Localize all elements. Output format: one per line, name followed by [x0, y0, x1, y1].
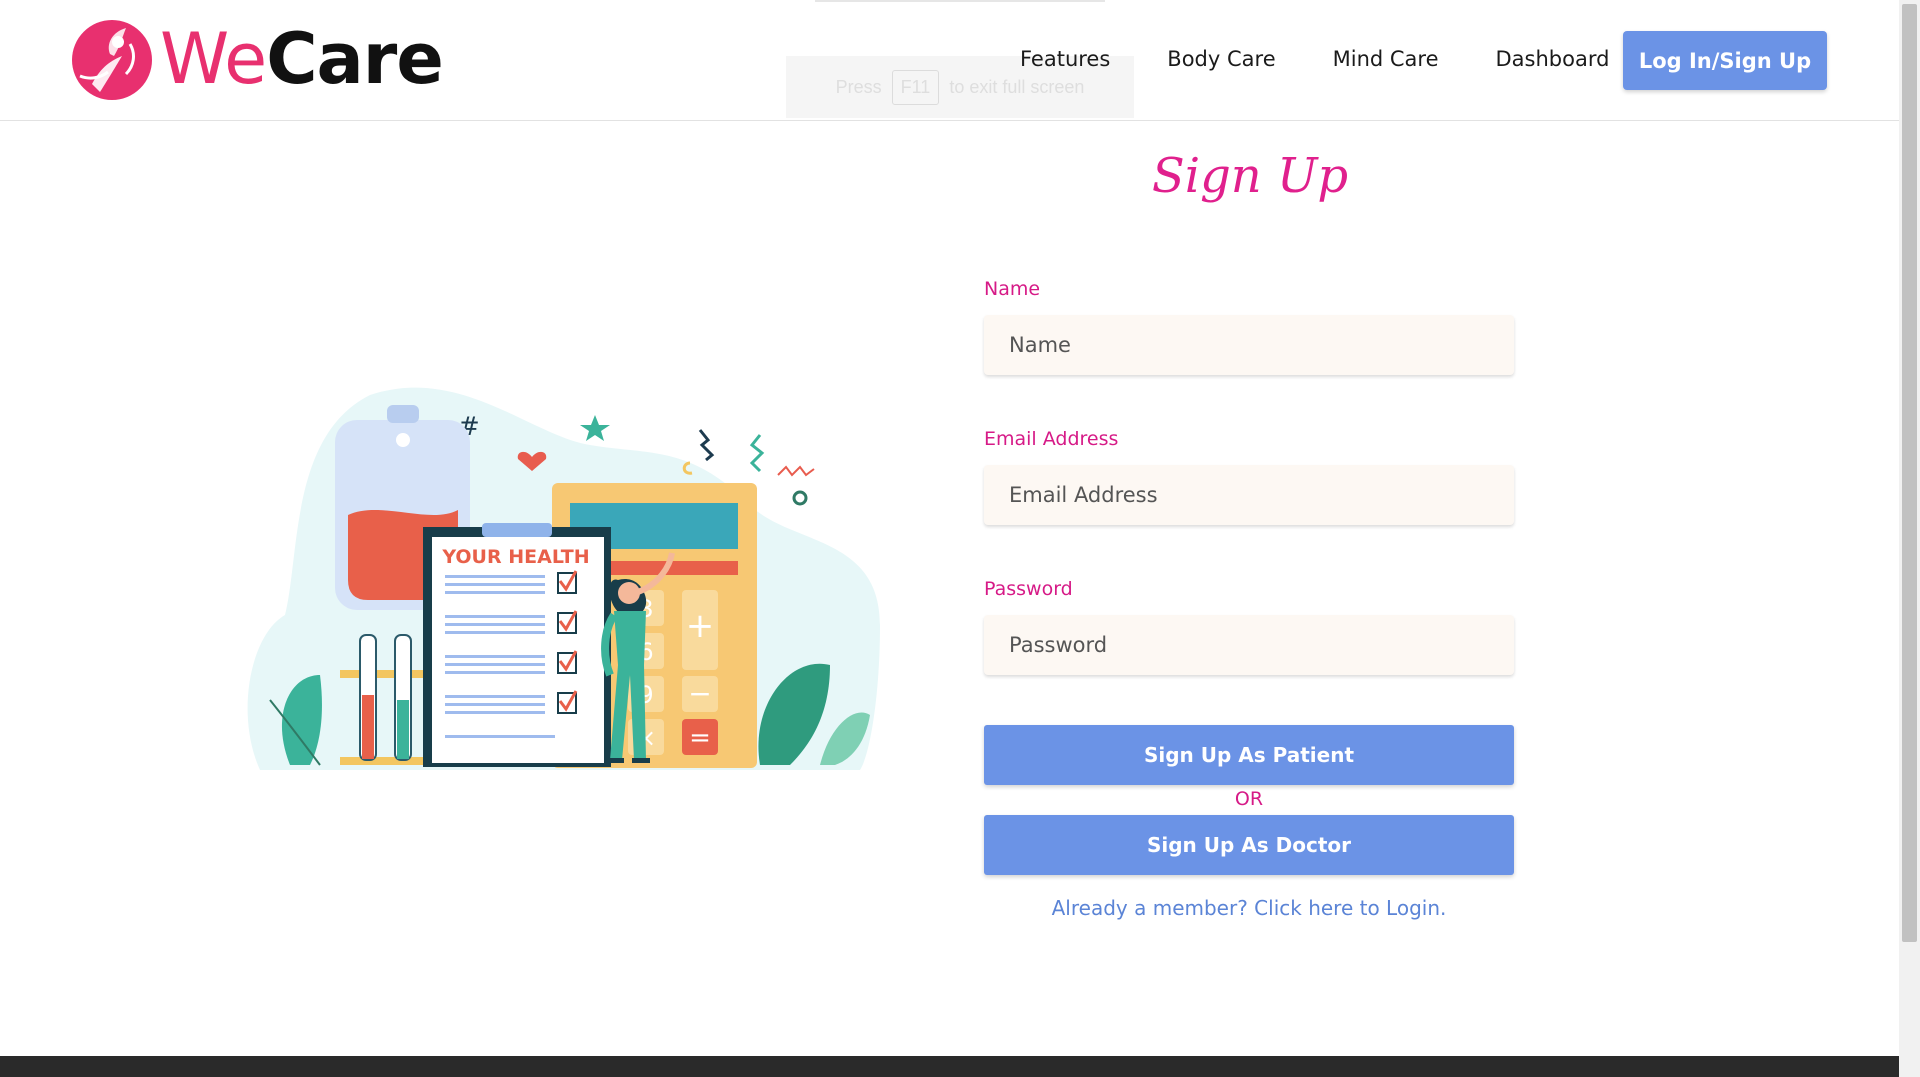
toast-key: F11	[891, 69, 940, 105]
squiggle-decoration	[777, 465, 815, 477]
tube-fill	[397, 700, 409, 759]
clipboard-heading: YOUR HEALTH	[441, 546, 589, 568]
spiral-decoration	[792, 490, 808, 506]
or-separator: OR	[1234, 788, 1264, 810]
page-scrollbar[interactable]	[1899, 0, 1920, 1077]
top-navbar: WeCare Press F11 to exit full screen Fea…	[0, 0, 1899, 121]
login-signup-button[interactable]: Log In/Sign Up	[1623, 31, 1827, 90]
toast-edge	[815, 0, 1105, 2]
signup-patient-button[interactable]: Sign Up As Patient	[984, 725, 1514, 785]
name-field[interactable]	[984, 315, 1514, 375]
bag-hole	[396, 433, 410, 447]
brand-prefix: We	[160, 18, 267, 100]
tube-fill	[362, 695, 374, 759]
nav-mind-care[interactable]: Mind Care	[1333, 47, 1439, 71]
password-field[interactable]	[984, 615, 1514, 675]
bag-hanger	[387, 405, 419, 423]
main-nav: Features Body Care Mind Care Dashboard	[1020, 47, 1666, 71]
email-field[interactable]	[984, 465, 1514, 525]
star-decoration-icon	[580, 415, 610, 441]
nav-dashboard[interactable]: Dashboard	[1496, 47, 1610, 71]
scrollbar-thumb[interactable]	[1902, 4, 1917, 942]
clipboard-paper	[432, 537, 604, 763]
brand-name: Care	[266, 18, 444, 100]
brand-logo[interactable]: WeCare	[70, 14, 444, 104]
password-label: Password	[984, 578, 1073, 600]
figure-in-circle-logo-icon	[72, 20, 152, 100]
nav-body-care[interactable]: Body Care	[1167, 47, 1275, 71]
calc-key-label: +	[686, 606, 715, 646]
toast-before: Press	[835, 76, 882, 97]
page-title: Sign Up	[1151, 148, 1349, 204]
toast-after: to exit full screen	[949, 76, 1085, 97]
brand-wordmark: WeCare	[160, 24, 444, 94]
signup-doctor-button[interactable]: Sign Up As Doctor	[984, 815, 1514, 875]
zigzag-green-decoration	[749, 434, 765, 473]
clipboard-clip	[482, 523, 552, 537]
calc-key-label: −	[688, 677, 711, 710]
zigzag-decoration	[698, 429, 715, 462]
login-link[interactable]: Already a member? Click here to Login.	[984, 896, 1514, 920]
calc-key-label: =	[689, 723, 711, 753]
nav-features[interactable]: Features	[1020, 47, 1110, 71]
footer-bar	[0, 1056, 1899, 1077]
email-label: Email Address	[984, 428, 1119, 450]
name-label: Name	[984, 278, 1041, 300]
health-illustration: # 3 6 9 + − × = YOUR HEALTH	[247, 387, 880, 770]
